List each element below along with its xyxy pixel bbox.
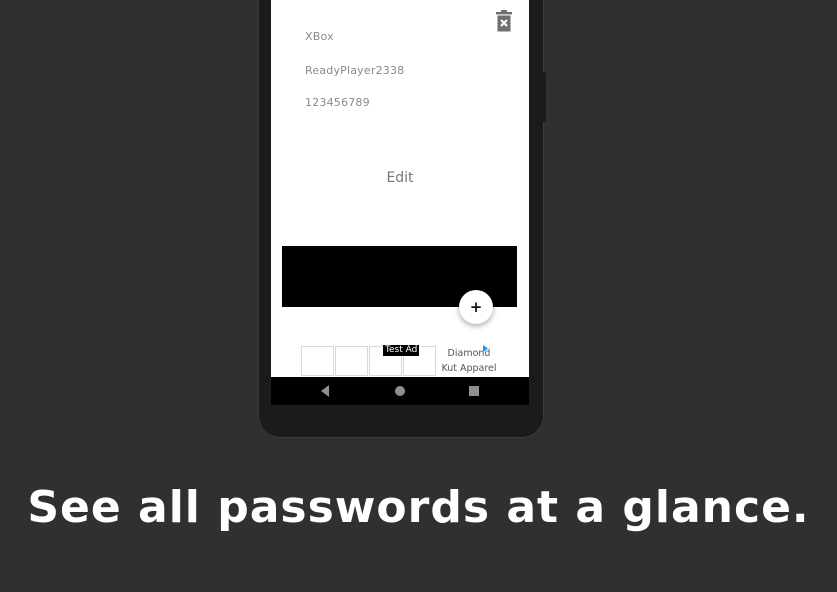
entry-username: ReadyPlayer2338 — [305, 64, 405, 77]
plus-icon: + — [469, 298, 483, 316]
promo-caption: See all passwords at a glance. — [27, 482, 810, 533]
ad-line-1: Diamond — [447, 348, 491, 359]
entry-password: 123456789 — [305, 96, 370, 109]
back-icon[interactable] — [320, 385, 330, 397]
ad-line-2: Kut Apparel — [441, 363, 497, 374]
add-button[interactable]: + — [459, 290, 493, 324]
phone-side-button — [543, 72, 546, 122]
delete-icon[interactable] — [495, 10, 513, 32]
recents-icon[interactable] — [469, 386, 479, 396]
edit-button[interactable]: Edit — [271, 170, 529, 186]
ad-choices-icon[interactable] — [482, 345, 489, 352]
entry-site: XBox — [305, 30, 334, 43]
android-nav-bar — [271, 377, 529, 405]
ad-image-1[interactable] — [301, 346, 334, 376]
home-icon[interactable] — [395, 386, 405, 396]
ad-advertiser[interactable]: Diamond Kut Apparel — [439, 346, 499, 376]
test-ad-badge: Test Ad — [383, 345, 420, 356]
app-screen: XBox ReadyPlayer2338 123456789 Edit + Te… — [271, 0, 529, 377]
ad-image-2[interactable] — [335, 346, 368, 376]
